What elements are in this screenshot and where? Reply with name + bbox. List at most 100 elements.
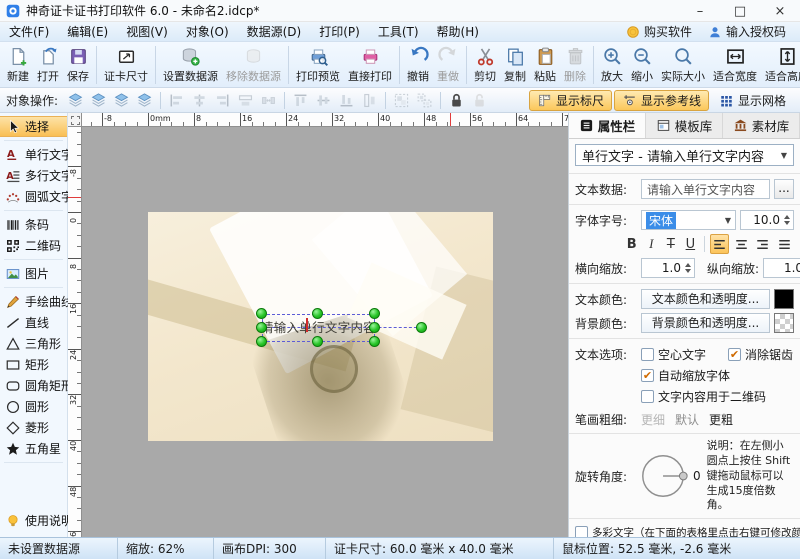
scale-h-spinner[interactable]: 1.0 [641, 258, 695, 278]
align-justify-button[interactable] [775, 234, 795, 254]
tab-template-library[interactable]: 模板库 [646, 113, 723, 138]
sidebar-item-image[interactable]: 图片 [0, 263, 67, 284]
object-send-backward-button[interactable] [110, 90, 133, 111]
bg-color-button[interactable]: 背景颜色和透明度... [641, 313, 770, 333]
toolbar-button-print[interactable]: 直接打印 [344, 43, 396, 87]
menu-item-7[interactable]: 帮助(H) [428, 23, 488, 40]
sidebar-item-pen[interactable]: 手绘曲线 [0, 291, 67, 312]
selection-handle[interactable] [256, 322, 267, 333]
text-data-more-button[interactable]: ... [774, 179, 794, 199]
design-canvas[interactable]: 请输入单行文字内容 [82, 127, 568, 537]
toolbar-button-new-doc[interactable]: 新建 [3, 43, 33, 87]
object-lock-button[interactable] [445, 90, 468, 111]
text-color-swatch[interactable] [774, 289, 794, 309]
selection-handle[interactable] [312, 308, 323, 319]
bg-color-swatch[interactable] [774, 313, 794, 333]
toggle-guide-button[interactable]: 显示参考线 [614, 90, 709, 111]
toolbar-button-save[interactable]: 保存 [63, 43, 93, 87]
stroke-option-0[interactable]: 更细 [641, 413, 665, 427]
minimize-button[interactable]: – [680, 0, 720, 22]
close-button[interactable]: × [760, 0, 800, 22]
checkbox-2[interactable]: ✔ [641, 369, 654, 382]
toggle-ruler-button[interactable]: 显示标尺 [529, 90, 612, 111]
toolbar-button-undo[interactable]: 撤销 [403, 43, 433, 87]
toolbar-button-cut[interactable]: 剪切 [470, 43, 500, 87]
toolbar-button-card-size[interactable]: 证卡尺寸 [100, 43, 152, 87]
sidebar-item-star[interactable]: 五角星 [0, 438, 67, 459]
multicolor-checkbox[interactable] [575, 526, 588, 537]
font-size-spinner[interactable]: 10.0 [740, 210, 794, 230]
bold-button[interactable]: B [623, 234, 641, 254]
rotation-dial[interactable] [637, 449, 691, 503]
align-center-button[interactable] [731, 234, 751, 254]
italic-button[interactable]: I [643, 234, 661, 254]
text-color-button[interactable]: 文本颜色和透明度... [641, 289, 770, 309]
menu-item-5[interactable]: 打印(P) [310, 23, 369, 40]
sidebar-item-qrcode[interactable]: 二维码 [0, 235, 67, 256]
align-left-button[interactable] [710, 234, 730, 254]
toolbar-button-copy[interactable]: 复制 [500, 43, 530, 87]
stroke-option-2[interactable]: 更粗 [709, 413, 733, 427]
menu-item-0[interactable]: 文件(F) [0, 23, 58, 40]
checkbox-3[interactable] [641, 390, 654, 403]
sidebar-item-text-single[interactable]: A单行文字 [0, 144, 67, 165]
align-right-button[interactable] [753, 234, 773, 254]
sidebar-item-diamond[interactable]: 菱形 [0, 417, 67, 438]
toolbar-button-paste[interactable]: 粘贴 [530, 43, 560, 87]
object-send-to-back-button[interactable] [133, 90, 156, 111]
toolbar-button-print-preview[interactable]: 打印预览 [292, 43, 344, 87]
menu-item-1[interactable]: 编辑(E) [58, 23, 117, 40]
selection-handle[interactable] [369, 308, 380, 319]
object-bring-to-front-button[interactable] [64, 90, 87, 111]
selection-handle[interactable] [312, 336, 323, 347]
underline-button[interactable]: U [682, 234, 700, 254]
checkbox-0[interactable] [641, 348, 654, 361]
menu-item-4[interactable]: 数据源(D) [238, 23, 311, 40]
selection-handle[interactable] [369, 322, 380, 333]
toolbar-button-fit-width[interactable]: 适合宽度 [709, 43, 761, 87]
tab-properties[interactable]: 属性栏 [569, 113, 646, 138]
toolbar-button-zoom-actual[interactable]: 实际大小 [657, 43, 709, 87]
spin-down-icon[interactable] [784, 221, 790, 225]
sidebar-item-rounded-rect[interactable]: 圆角矩形 [0, 375, 67, 396]
sidebar-item-rect[interactable]: 矩形 [0, 354, 67, 375]
menu-item-2[interactable]: 视图(V) [117, 23, 177, 40]
toolbar-button-open-doc[interactable]: 打开 [33, 43, 63, 87]
checkbox-label: 自动缩放字体 [658, 367, 730, 384]
al-right-icon [755, 237, 770, 252]
object-bring-forward-button[interactable] [87, 90, 110, 111]
spin-up-icon[interactable] [784, 215, 790, 219]
sidebar-item-cursor[interactable]: 选择 [0, 116, 67, 137]
menu-right-coin[interactable]: 购买软件 [620, 23, 698, 40]
sidebar-item-line[interactable]: 直线 [0, 312, 67, 333]
selection-handle[interactable] [256, 308, 267, 319]
stroke-option-1[interactable]: 默认 [675, 413, 699, 427]
toggle-grid-button[interactable]: 显示网格 [711, 90, 794, 111]
menu-item-3[interactable]: 对象(O) [177, 23, 238, 40]
toolbar-button-zoom-out[interactable]: 缩小 [627, 43, 657, 87]
sidebar-item-text-arc[interactable]: 圆弧文字 [0, 186, 67, 207]
sidebar-item-help[interactable]: 使用说明 [0, 510, 67, 531]
text-data-input[interactable]: 请输入单行文字内容 [641, 179, 770, 199]
rotation-handle[interactable] [416, 322, 427, 333]
maximize-button[interactable]: □ [720, 0, 760, 22]
sidebar-item-text-multi[interactable]: A多行文字 [0, 165, 67, 186]
sidebar-item-circle[interactable]: 圆形 [0, 396, 67, 417]
toolbar-button-fit-height[interactable]: 适合高度 [761, 43, 800, 87]
menu-right-user[interactable]: 输入授权码 [702, 23, 792, 40]
font-family-select[interactable]: 宋体▼ [641, 210, 736, 230]
toolbar-button-zoom-in[interactable]: 放大 [597, 43, 627, 87]
sidebar-item-barcode[interactable]: 条码 [0, 214, 67, 235]
toolbar-button-db-set[interactable]: 设置数据源 [159, 43, 222, 87]
selection-handle[interactable] [256, 336, 267, 347]
scale-v-spinner[interactable]: 1.0 [763, 258, 800, 278]
rect-icon [5, 357, 21, 373]
selection-handle[interactable] [369, 336, 380, 347]
group-icon [393, 92, 410, 109]
strikethrough-button[interactable]: T [662, 234, 680, 254]
tab-material-library[interactable]: 素材库 [723, 113, 800, 138]
object-selector[interactable]: 单行文字 - 请输入单行文字内容▼ [575, 144, 794, 166]
menu-item-6[interactable]: 工具(T) [369, 23, 428, 40]
checkbox-1[interactable]: ✔ [728, 348, 741, 361]
sidebar-item-triangle[interactable]: 三角形 [0, 333, 67, 354]
